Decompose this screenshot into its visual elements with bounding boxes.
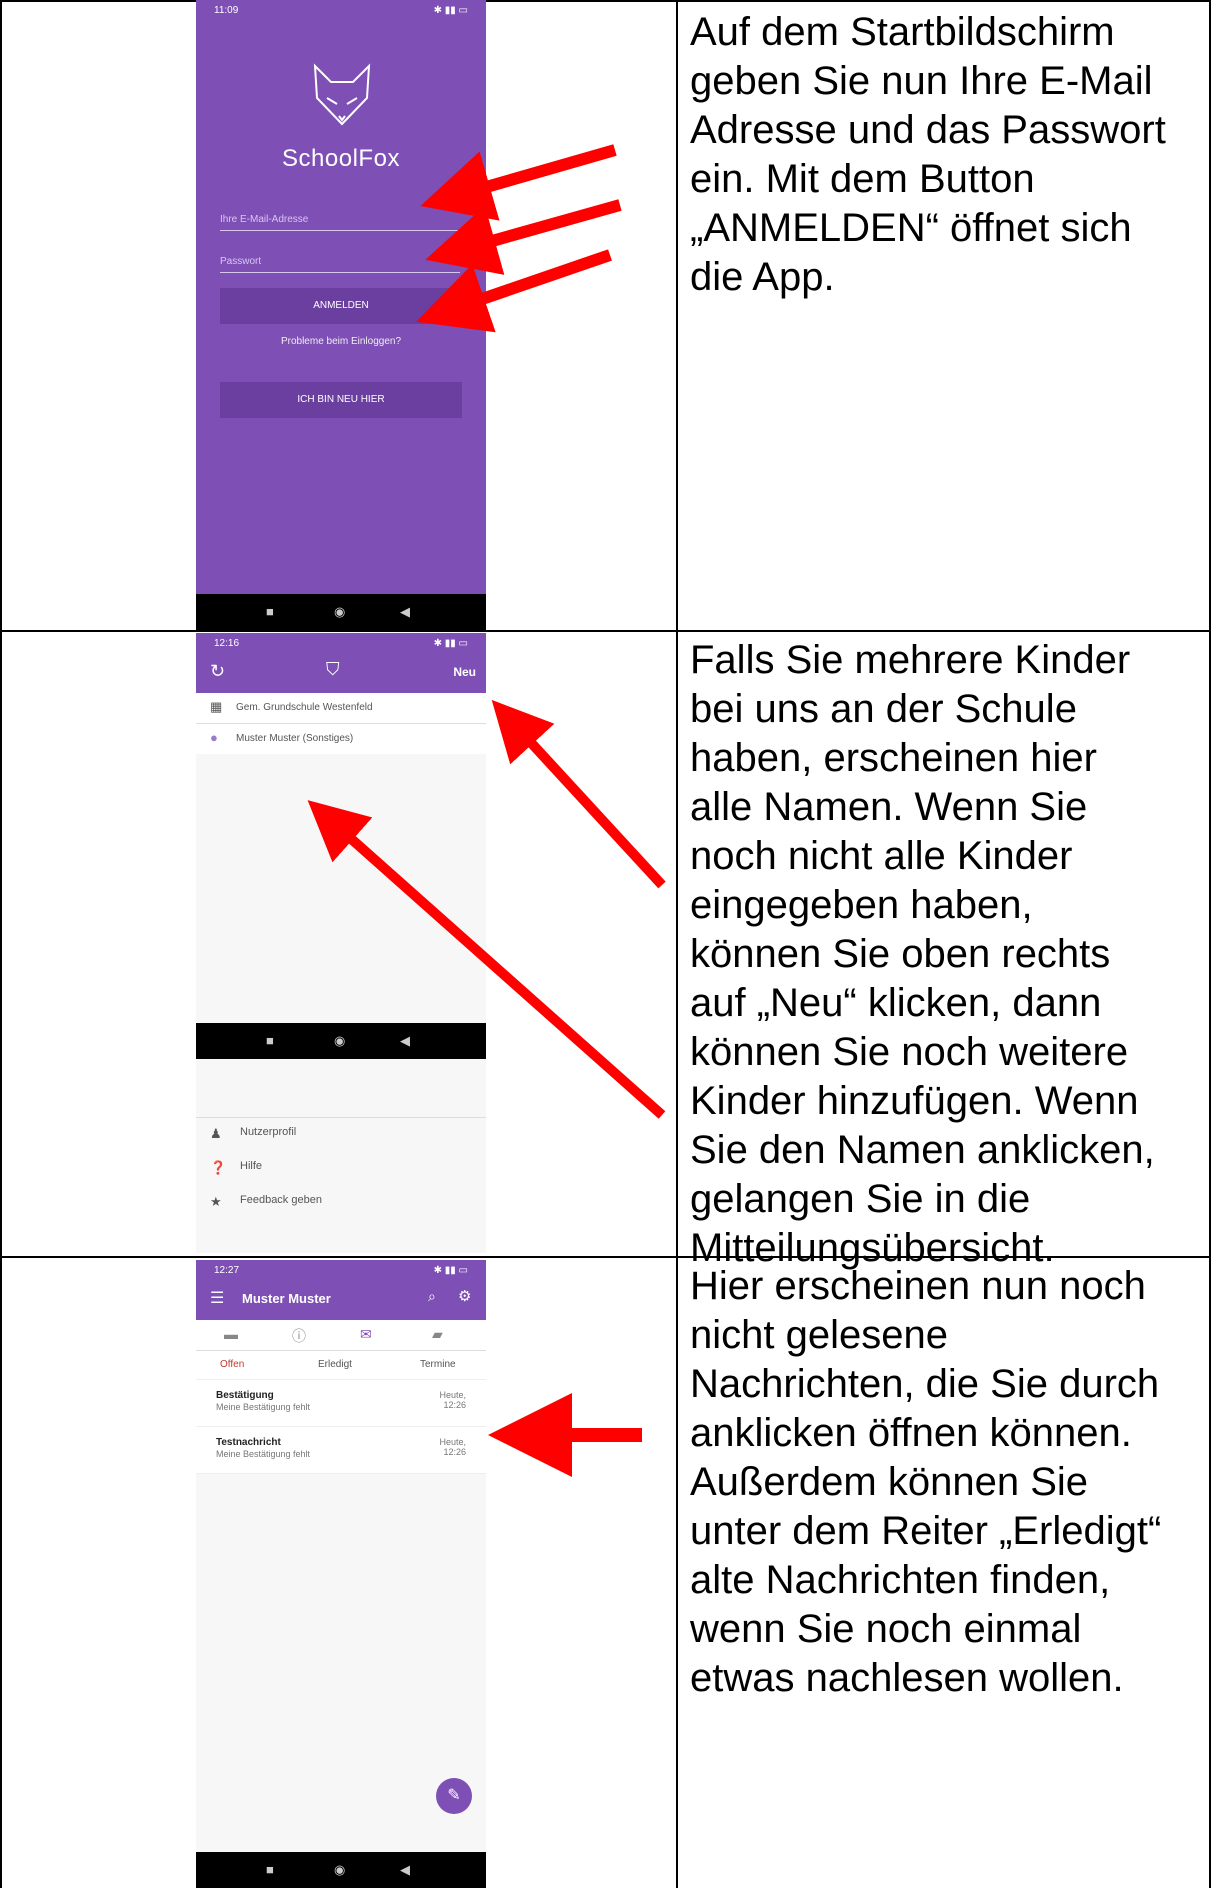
- arrow-to-children: [307, 800, 666, 1119]
- arrow-to-email: [420, 144, 617, 221]
- annotation-arrows: [307, 144, 666, 1477]
- arrow-to-password: [425, 199, 622, 275]
- arrow-to-new: [491, 699, 666, 889]
- arrow-to-login: [415, 249, 612, 333]
